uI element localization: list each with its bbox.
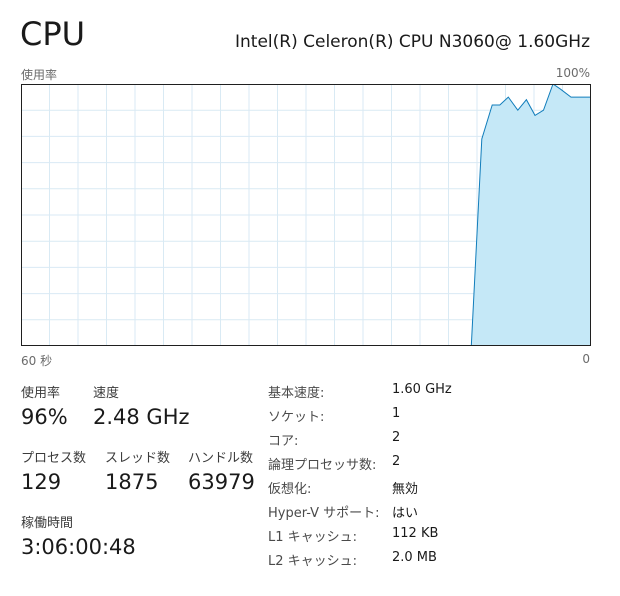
spec-base-speed-value: 1.60 GHz [392, 382, 452, 397]
spec-l2-cache-value: 2.0 MB [392, 550, 437, 565]
spec-hyperv-label: Hyper-V サポート: [268, 506, 380, 521]
uptime-value: 3:06:00:48 [21, 535, 136, 559]
handles-label: ハンドル数 [188, 451, 254, 466]
graph-usage-label: 使用率 [21, 68, 58, 82]
spec-logical-processors-label: 論理プロセッサ数: [268, 458, 377, 473]
spec-cores-label: コア: [268, 434, 299, 449]
threads-label: スレッド数 [105, 451, 171, 466]
page-title: CPU [20, 15, 86, 53]
usage-value: 96% [21, 405, 68, 429]
processes-label: プロセス数 [21, 451, 87, 466]
spec-virtualization-value: 無効 [392, 482, 419, 497]
spec-sockets-value: 1 [392, 406, 401, 421]
graph-time-right-label: 0 [582, 352, 590, 366]
spec-sockets-label: ソケット: [268, 410, 325, 425]
spec-l1-cache-value: 112 KB [392, 526, 439, 541]
spec-base-speed-label: 基本速度: [268, 386, 325, 401]
uptime-label: 稼働時間 [21, 516, 74, 531]
spec-logical-processors-value: 2 [392, 454, 401, 469]
graph-max-label: 100% [555, 66, 590, 80]
spec-l1-cache-label: L1 キャッシュ: [268, 530, 358, 545]
spec-hyperv-value: はい [392, 506, 419, 521]
processes-value: 129 [21, 470, 62, 494]
spec-virtualization-label: 仮想化: [268, 482, 312, 497]
graph-time-left-label: 60 秒 [21, 354, 53, 368]
threads-value: 1875 [105, 470, 159, 494]
cpu-model-name: Intel(R) Celeron(R) CPU N3060@ 1.60GHz [235, 32, 590, 52]
spec-l2-cache-label: L2 キャッシュ: [268, 554, 358, 569]
handles-value: 63979 [188, 470, 255, 494]
spec-cores-value: 2 [392, 430, 401, 445]
cpu-usage-graph [21, 84, 591, 346]
speed-label: 速度 [93, 386, 120, 401]
speed-value: 2.48 GHz [93, 405, 190, 429]
usage-label: 使用率 [21, 386, 61, 401]
